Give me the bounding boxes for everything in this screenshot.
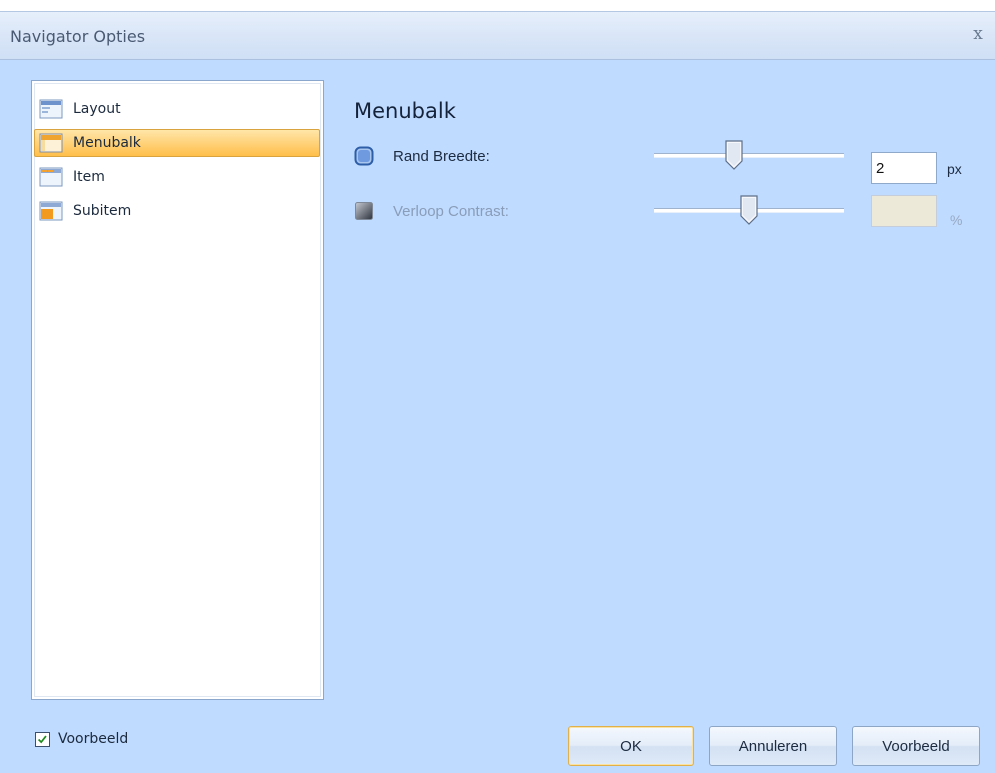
gradient-contrast-label: Verloop Contrast: xyxy=(393,203,509,220)
menubar-icon xyxy=(39,133,63,153)
preview-button[interactable]: Voorbeeld xyxy=(852,726,980,766)
category-label: Layout xyxy=(73,101,121,117)
navigator-options-dialog: Navigator Opties x Layout Menubalk Item … xyxy=(0,11,995,773)
category-label: Subitem xyxy=(73,203,132,219)
border-width-unit: px xyxy=(947,161,962,177)
border-width-label: Rand Breedte: xyxy=(393,148,490,165)
border-width-icon xyxy=(354,146,374,166)
subitem-icon xyxy=(39,201,63,221)
item-icon xyxy=(39,167,63,187)
category-item-layout[interactable]: Layout xyxy=(34,95,320,123)
ok-button[interactable]: OK xyxy=(568,726,694,766)
border-width-input[interactable] xyxy=(871,152,937,184)
border-width-slider[interactable] xyxy=(654,153,844,158)
checkmark-icon xyxy=(37,734,47,743)
title-bar[interactable]: Navigator Opties x xyxy=(0,12,995,60)
preview-checkbox-row[interactable]: Voorbeeld xyxy=(35,731,128,747)
layout-icon xyxy=(39,99,63,119)
gradient-contrast-slider-thumb[interactable] xyxy=(739,195,759,225)
category-label: Item xyxy=(73,169,105,185)
category-item-subitem[interactable]: Subitem xyxy=(34,197,320,225)
category-list[interactable]: Layout Menubalk Item Subitem xyxy=(31,80,324,700)
gradient-contrast-input[interactable] xyxy=(871,195,937,227)
category-item-menubalk[interactable]: Menubalk xyxy=(34,129,320,157)
preview-checkbox[interactable] xyxy=(35,731,50,747)
cancel-button[interactable]: Annuleren xyxy=(709,726,837,766)
section-heading: Menubalk xyxy=(354,99,456,123)
gradient-contrast-icon xyxy=(355,202,373,220)
border-width-slider-thumb[interactable] xyxy=(724,140,744,170)
category-item-item[interactable]: Item xyxy=(34,163,320,191)
preview-checkbox-label: Voorbeeld xyxy=(58,731,129,747)
dialog-title: Navigator Opties xyxy=(10,27,146,46)
category-label: Menubalk xyxy=(73,135,141,151)
gradient-contrast-unit: % xyxy=(950,212,963,228)
close-button[interactable]: x xyxy=(967,24,989,44)
